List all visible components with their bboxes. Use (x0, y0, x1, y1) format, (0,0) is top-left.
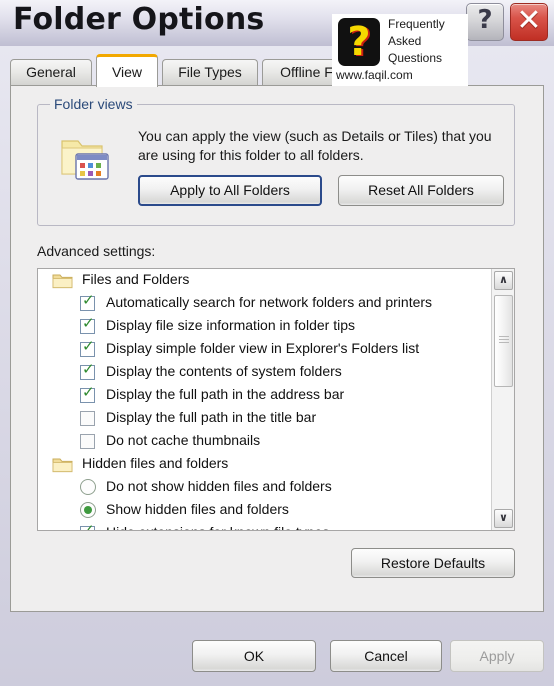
setting-checkbox-row[interactable]: Display the full path in the title bar (38, 407, 514, 430)
check-icon: ✓ (82, 521, 95, 531)
title-bar: Folder Options ? ✕ (0, 0, 554, 46)
advanced-settings-label: Advanced settings: (37, 243, 156, 259)
advanced-settings-list[interactable]: Files and Folders ✓ Automatically search f… (37, 268, 515, 531)
scrollbar-thumb[interactable] (494, 295, 513, 387)
tab-view[interactable]: View (96, 54, 158, 87)
checkbox-checked[interactable]: ✓ (80, 383, 95, 403)
tab-general[interactable]: General (10, 59, 92, 86)
watermark-line-1: Frequently (388, 17, 445, 31)
faq-glyph: ? (347, 19, 371, 65)
setting-label: Show hidden files and folders (106, 501, 289, 517)
setting-checkbox-row[interactable]: ✓ Display the full path in the address ba… (38, 384, 514, 407)
advanced-settings-rows: Files and Folders ✓ Automatically search f… (38, 269, 514, 531)
setting-checkbox-row[interactable]: ✓ Automatically search for network folder… (38, 292, 514, 315)
scroll-up-icon[interactable]: ∧ (494, 271, 513, 290)
check-icon: ✓ (82, 360, 95, 378)
faq-watermark: ? Frequently Asked Questions www.faqil.c… (332, 14, 468, 86)
advanced-settings-scrollbar[interactable]: ∧ ∨ (491, 269, 514, 530)
setting-label: Automatically search for network folders… (106, 294, 433, 310)
close-icon: ✕ (516, 3, 542, 38)
setting-checkbox-row[interactable]: ✓ Hide extensions for known file types (38, 521, 514, 531)
help-button[interactable]: ? (466, 3, 504, 41)
setting-label: Display file size information in folder … (106, 317, 355, 333)
setting-checkbox-row[interactable]: ✓ Display file size information in folder… (38, 315, 514, 338)
check-icon: ✓ (82, 291, 95, 309)
scroll-down-icon[interactable]: ∨ (494, 509, 513, 528)
check-icon: ✓ (82, 383, 95, 401)
settings-group-header: Hidden files and folders (38, 453, 514, 476)
setting-checkbox-row[interactable]: Do not cache thumbnails (38, 430, 514, 453)
apply-to-all-folders-button[interactable]: Apply to All Folders (138, 175, 322, 206)
setting-label: Display the full path in the title bar (106, 409, 317, 425)
watermark-line-3: Questions (388, 51, 443, 65)
settings-group-header: Files and Folders (38, 269, 514, 292)
faq-question-mark-icon: ? (338, 18, 380, 66)
folder-icon (52, 274, 73, 289)
apply-button: Apply (450, 640, 544, 672)
setting-radio-row[interactable]: Do not show hidden files and folders (38, 476, 514, 499)
setting-label: Hide extensions for known file types (106, 524, 329, 530)
watermark-line-2: Asked (388, 34, 422, 48)
radio-selected[interactable] (80, 502, 96, 518)
check-icon: ✓ (82, 314, 95, 332)
setting-radio-row[interactable]: Show hidden files and folders (38, 499, 514, 522)
setting-label: Do not show hidden files and folders (106, 478, 332, 494)
view-tab-panel: Folder views You can apply the view (suc… (10, 85, 544, 612)
folder-views-group: Folder views You can apply the view (suc… (37, 96, 515, 226)
cancel-button[interactable]: Cancel (330, 640, 442, 672)
checkbox-checked[interactable]: ✓ (80, 291, 95, 311)
tab-file-types[interactable]: File Types (162, 59, 258, 86)
question-mark-icon: ? (477, 5, 493, 35)
setting-label: Display the contents of system folders (106, 363, 342, 379)
checkbox-checked[interactable]: ✓ (80, 337, 95, 357)
checkbox-checked[interactable]: ✓ (80, 314, 95, 334)
radio-unselected[interactable] (80, 479, 96, 495)
radio-dot-icon (84, 506, 92, 514)
setting-label: Hidden files and folders (82, 455, 229, 471)
folder-icon (52, 458, 73, 473)
setting-checkbox-row[interactable]: ✓ Display simple folder view in Explorer'… (38, 338, 514, 361)
check-icon: ✓ (82, 337, 95, 355)
close-button[interactable]: ✕ (510, 3, 548, 41)
watermark-url: www.faqil.com (336, 68, 413, 82)
setting-label: Display simple folder view in Explorer's… (106, 340, 420, 356)
window-title: Folder Options (13, 2, 265, 37)
checkbox-checked[interactable]: ✓ (80, 360, 95, 380)
restore-defaults-button[interactable]: Restore Defaults (351, 548, 515, 578)
setting-label: Display the full path in the address bar (106, 386, 345, 402)
setting-label: Do not cache thumbnails (106, 432, 261, 448)
checkbox-checked[interactable]: ✓ (80, 521, 95, 531)
scrollbar-grip-icon (499, 336, 509, 345)
checkbox-unchecked[interactable] (80, 434, 95, 449)
ok-button[interactable]: OK (192, 640, 316, 672)
folder-views-legend: Folder views (50, 96, 137, 112)
setting-checkbox-row[interactable]: ✓ Display the contents of system folders (38, 361, 514, 384)
setting-label: Files and Folders (82, 271, 190, 287)
checkbox-unchecked[interactable] (80, 411, 95, 426)
folder-view-icon (61, 140, 109, 180)
reset-all-folders-button[interactable]: Reset All Folders (338, 175, 504, 206)
folder-options-dialog: Folder Options ? ✕ General View File Types… (0, 0, 554, 686)
folder-views-description: You can apply the view (such as Details … (138, 128, 492, 163)
